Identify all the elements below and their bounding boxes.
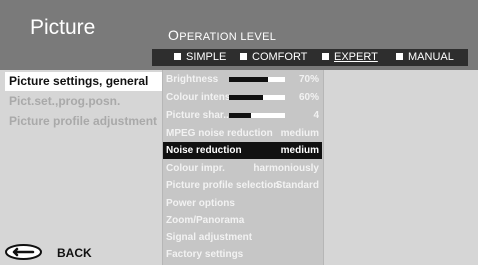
level-option-label: COMFORT — [252, 51, 308, 63]
setting-zoom-panorama[interactable]: Zoom/Panorama — [163, 212, 322, 229]
back-arrow-icon — [5, 244, 42, 260]
tv-menu-window: Picture OPERATION LEVEL SIMPLE COMFORT E… — [0, 0, 478, 265]
picture-sharpness-slider[interactable] — [229, 113, 285, 118]
slider-fill — [229, 77, 269, 82]
square-bullet-icon — [396, 53, 403, 60]
setting-label: Signal adjustment — [166, 232, 253, 243]
operation-level-rest: PERATION LEVEL — [179, 31, 277, 43]
setting-picture-profile-selection[interactable]: Picture profile selection Standard — [163, 177, 322, 194]
slider-fill — [229, 95, 263, 100]
slider-fill — [229, 113, 252, 118]
level-option-manual[interactable]: MANUAL — [396, 51, 454, 64]
setting-signal-adjustment[interactable]: Signal adjustment — [163, 229, 322, 246]
level-option-label: SIMPLE — [186, 51, 227, 63]
setting-label: Zoom/Panorama — [166, 215, 245, 226]
menu-item-pict-set-prog-posn[interactable]: Pict.set.,prog.posn. — [5, 92, 162, 111]
setting-colour-intensity[interactable]: Colour intens. 60% — [163, 89, 322, 106]
operation-level-label: OPERATION LEVEL — [168, 27, 276, 43]
level-option-expert[interactable]: EXPERT — [322, 51, 378, 64]
setting-label: Picture shar... — [166, 110, 232, 121]
setting-value: 70% — [298, 74, 319, 85]
setting-value: Standard — [275, 180, 319, 191]
setting-colour-improvement[interactable]: Colour impr. harmoniously — [163, 160, 322, 177]
setting-factory-settings[interactable]: Factory settings — [163, 246, 322, 263]
setting-label: Noise reduction — [166, 145, 242, 156]
setting-mpeg-noise-reduction[interactable]: MPEG noise reduction medium — [163, 125, 322, 142]
level-option-label: MANUAL — [408, 51, 454, 63]
setting-value: harmoniously — [253, 163, 319, 174]
setting-value: medium — [280, 145, 319, 156]
level-option-comfort[interactable]: COMFORT — [240, 51, 307, 64]
setting-picture-sharpness[interactable]: Picture shar... 4 — [163, 107, 322, 124]
colour-intensity-slider[interactable] — [229, 95, 285, 100]
operation-level-bar: SIMPLE COMFORT EXPERT MANUAL — [152, 49, 468, 66]
menu-item-picture-settings-general[interactable]: Picture settings, general — [5, 72, 162, 91]
setting-label: MPEG noise reduction — [166, 128, 273, 139]
square-bullet-icon — [174, 53, 181, 60]
page-title: Picture — [30, 16, 96, 39]
setting-label: Factory settings — [166, 249, 244, 260]
square-bullet-icon — [322, 53, 329, 60]
level-option-label: EXPERT — [334, 51, 378, 63]
setting-label: Brightness — [166, 74, 219, 85]
operation-level-initial: O — [168, 27, 180, 43]
brightness-slider[interactable] — [229, 77, 285, 82]
menu-item-picture-profile-adjustment[interactable]: Picture profile adjustment — [5, 112, 162, 131]
setting-noise-reduction[interactable]: Noise reduction medium — [163, 142, 322, 159]
setting-power-options[interactable]: Power options — [163, 195, 322, 212]
setting-label: Colour intens. — [166, 92, 234, 103]
setting-brightness[interactable]: Brightness 70% — [163, 71, 322, 88]
setting-label: Colour impr. — [166, 163, 225, 174]
setting-value: 60% — [298, 92, 319, 103]
level-option-simple[interactable]: SIMPLE — [174, 51, 226, 64]
setting-label: Power options — [166, 198, 235, 209]
square-bullet-icon — [240, 53, 247, 60]
left-menu: Picture settings, general Pict.set.,prog… — [5, 70, 162, 260]
settings-list: Brightness 70% Colour intens. 60% Pictur… — [163, 70, 323, 265]
info-panel — [324, 70, 472, 265]
header: Picture OPERATION LEVEL SIMPLE COMFORT E… — [0, 0, 478, 70]
back-label: BACK — [57, 246, 92, 260]
setting-label: Picture profile selection — [166, 180, 280, 191]
setting-value: medium — [280, 128, 319, 139]
setting-value: 4 — [313, 110, 319, 121]
